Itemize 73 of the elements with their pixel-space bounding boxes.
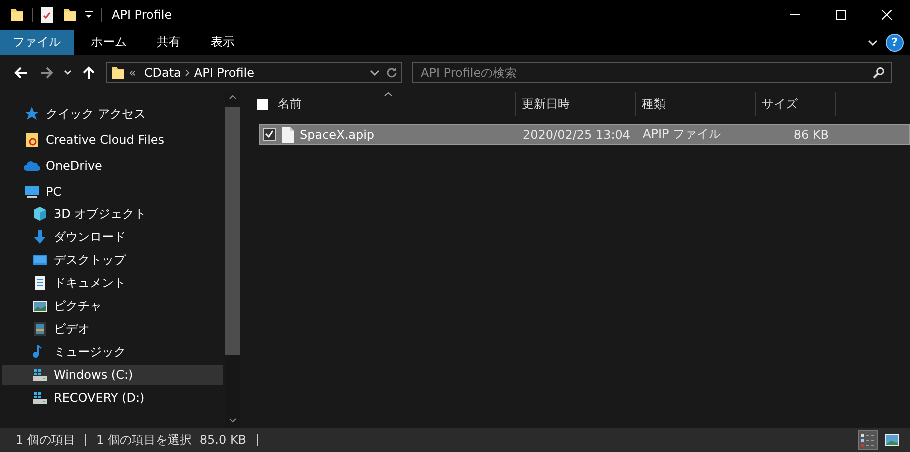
address-field[interactable]: « CData API Profile: [106, 62, 402, 83]
desktop-icon: [32, 252, 48, 268]
folder-icon[interactable]: [10, 7, 24, 23]
nav-item[interactable]: デスクトップ: [2, 250, 223, 270]
nav-item[interactable]: PC: [2, 182, 223, 202]
nav-item[interactable]: クイック アクセス: [2, 104, 223, 124]
nav-item[interactable]: ダウンロード: [2, 227, 223, 247]
scrollbar-thumb[interactable]: [225, 107, 240, 355]
cube-icon: [32, 206, 48, 222]
date-cell-text: 2020/02/25 13:04: [522, 126, 632, 144]
file-row[interactable]: SpaceX.apip 2020/02/25 13:04 APIP ファイル 86 KB: [259, 124, 910, 145]
ribbon-tab[interactable]: 表示: [198, 30, 248, 55]
star-icon: [24, 106, 40, 122]
new-folder-icon[interactable]: [63, 7, 77, 23]
refresh-icon[interactable]: [386, 66, 398, 78]
nav-item[interactable]: Creative Cloud Files: [2, 130, 223, 150]
picture-icon: [32, 298, 48, 314]
up-icon[interactable]: [82, 66, 96, 80]
help-button[interactable]: ?: [886, 34, 904, 52]
nav-item[interactable]: ビデオ: [2, 319, 223, 339]
folder-icon: [24, 132, 40, 148]
column-header[interactable]: 名前: [250, 92, 516, 116]
film-icon: [32, 321, 48, 337]
details-view-icon[interactable]: [861, 432, 875, 448]
item-count: 1 個の項目: [16, 432, 76, 448]
monitor-icon: [24, 184, 40, 200]
nav-item[interactable]: ミュージック: [2, 342, 223, 362]
properties-icon[interactable]: [41, 7, 53, 23]
overflow-chevron[interactable]: «: [129, 66, 136, 80]
expand-ribbon-icon[interactable]: [868, 40, 878, 46]
sort-ascending-icon[interactable]: [384, 92, 393, 97]
drive-icon: [32, 367, 48, 383]
ribbon-tab[interactable]: ファイル: [0, 30, 74, 55]
select-all-checkbox[interactable]: [257, 98, 268, 110]
dropdown-icon[interactable]: [85, 11, 93, 19]
column-header[interactable]: サイズ: [756, 92, 836, 116]
selection-size: 85.0 KB: [200, 433, 247, 447]
nav-item[interactable]: RECOVERY (D:): [2, 388, 223, 408]
chevron-right-icon[interactable]: [185, 68, 190, 76]
window-title: API Profile: [112, 8, 172, 22]
scroll-up-icon[interactable]: [228, 95, 236, 100]
folder-icon: [111, 64, 125, 80]
ribbon-tab[interactable]: 共有: [144, 30, 194, 55]
nav-item[interactable]: OneDrive: [2, 156, 223, 176]
breadcrumb[interactable]: API Profile: [194, 66, 254, 80]
row-checkbox[interactable]: [263, 128, 276, 141]
maximize-icon[interactable]: [836, 10, 846, 20]
column-header[interactable]: 種類: [636, 92, 756, 116]
dropdown-icon[interactable]: [370, 70, 380, 76]
scroll-down-icon[interactable]: [228, 418, 236, 423]
file-name: SpaceX.apip: [300, 128, 375, 142]
nav-item[interactable]: ドキュメント: [2, 273, 223, 293]
large-icons-view-icon[interactable]: [885, 432, 899, 448]
document-icon: [32, 275, 48, 291]
close-icon[interactable]: [882, 10, 892, 20]
check-icon: [265, 130, 274, 139]
nav-item[interactable]: 3D オブジェクト: [2, 204, 223, 224]
search-field[interactable]: API Profileの検索: [412, 62, 892, 83]
nav-item[interactable]: ピクチャ: [2, 296, 223, 316]
nav-item[interactable]: Windows (C:): [2, 365, 223, 385]
drive-icon: [32, 390, 48, 406]
ribbon-tab[interactable]: ホーム: [78, 30, 140, 55]
file-icon: [282, 126, 294, 142]
column-header[interactable]: 更新日時: [516, 92, 636, 116]
breadcrumb[interactable]: CData: [144, 66, 182, 80]
search-icon: [873, 67, 885, 79]
recent-locations-icon[interactable]: [64, 70, 72, 76]
download-icon: [32, 229, 48, 245]
size-cell-text: 86 KB: [792, 126, 830, 144]
type-cell-text: APIP ファイル: [642, 126, 722, 143]
forward-icon[interactable]: [40, 66, 54, 80]
selection-count: 1 個の項目を選択: [96, 432, 192, 448]
back-icon[interactable]: [14, 66, 28, 80]
